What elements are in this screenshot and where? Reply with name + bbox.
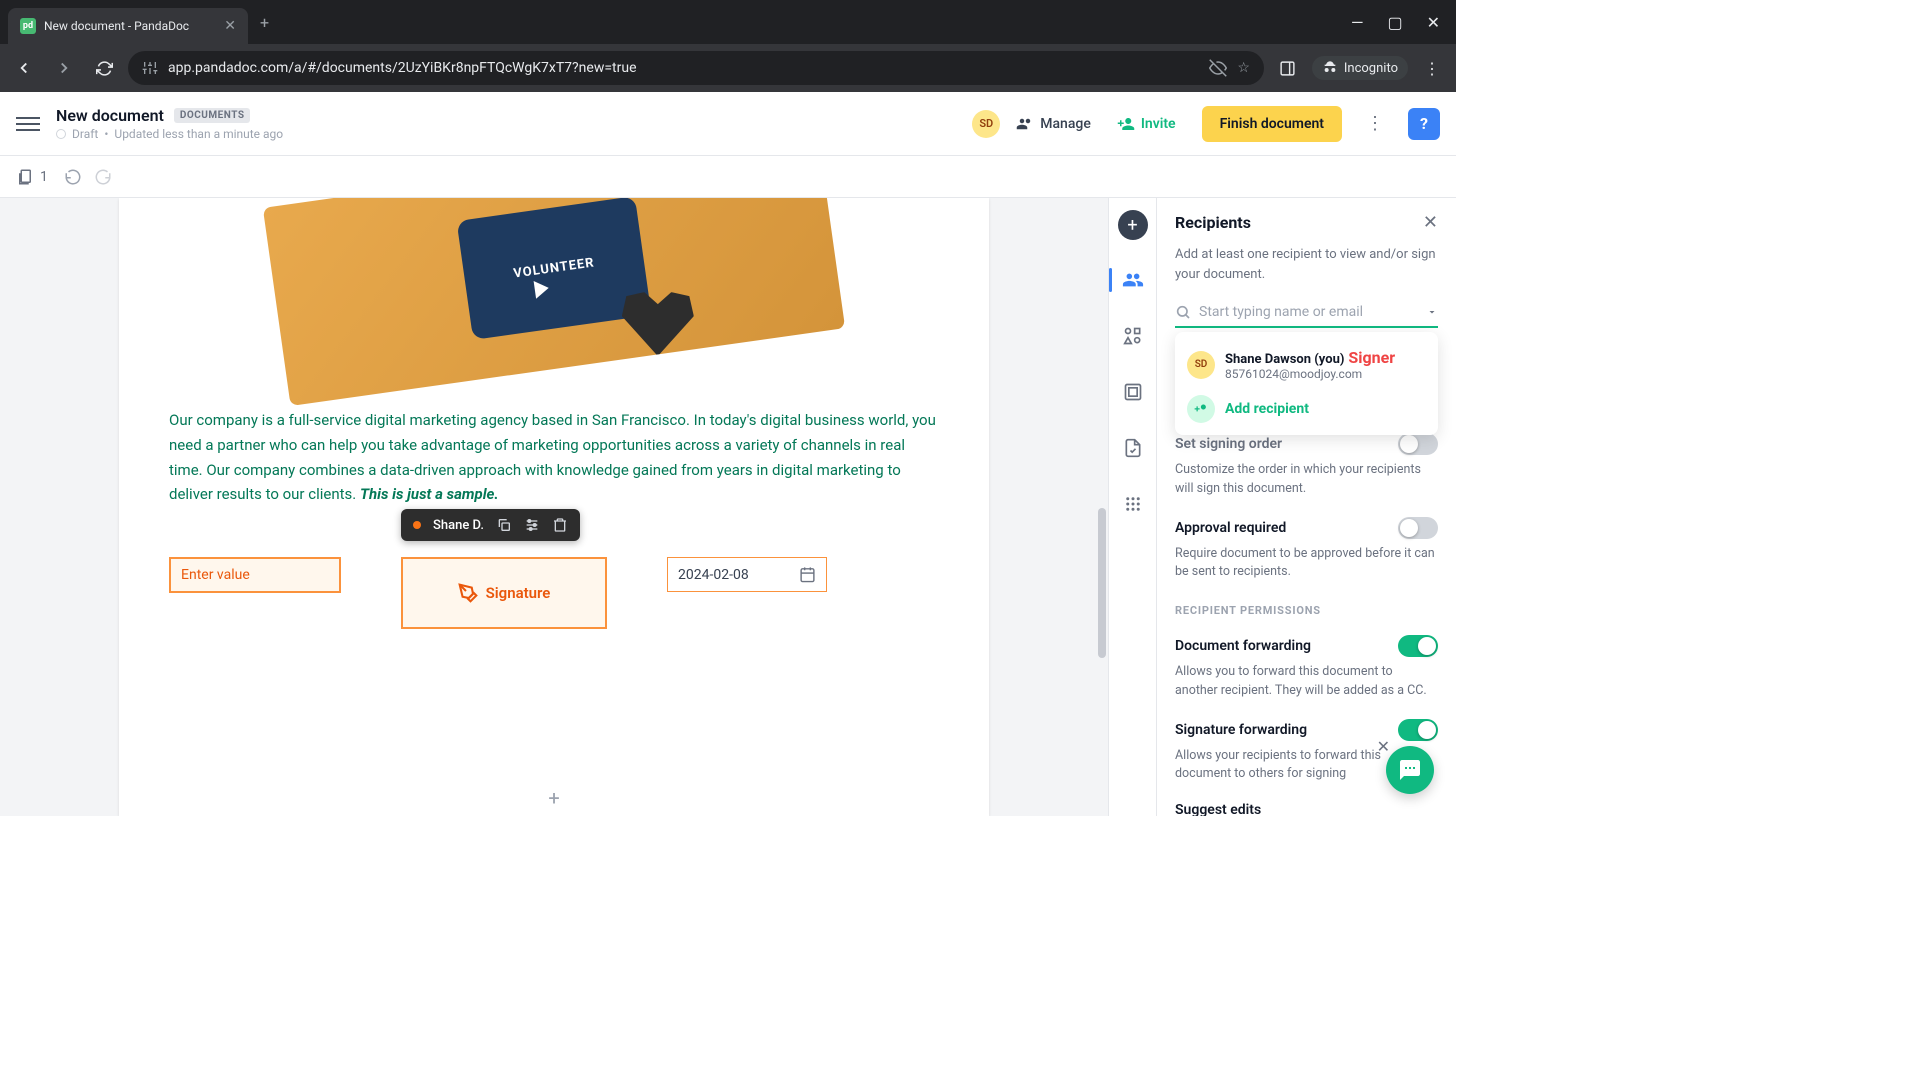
- panel-description: Add at least one recipient to view and/o…: [1175, 245, 1438, 284]
- recipient-suggestion-item[interactable]: SD Shane Dawson (you) Signer 85761024@mo…: [1187, 342, 1426, 387]
- signing-order-toggle[interactable]: [1398, 433, 1438, 455]
- hamburger-menu-button[interactable]: [16, 117, 40, 131]
- add-content-button[interactable]: +: [1118, 210, 1148, 240]
- tab-title: New document - PandaDoc: [44, 19, 216, 33]
- add-block-button[interactable]: +: [548, 786, 559, 810]
- favicon: pd: [20, 18, 36, 34]
- delete-field-icon[interactable]: [552, 517, 568, 533]
- finish-document-button[interactable]: Finish document: [1202, 106, 1342, 142]
- document-toolbar: 1: [0, 156, 1456, 198]
- variables-rail-button[interactable]: [1117, 320, 1149, 352]
- text-field[interactable]: Enter value: [169, 557, 341, 593]
- document-page[interactable]: VOLUNTEER Our company is a full-service …: [119, 198, 989, 816]
- incognito-badge[interactable]: Incognito: [1312, 56, 1408, 80]
- tab-close-icon[interactable]: ✕: [224, 18, 236, 34]
- doc-forwarding-toggle[interactable]: [1398, 635, 1438, 657]
- browser-tab-strip: pd New document - PandaDoc ✕ + — ▢ ✕: [0, 0, 1456, 44]
- recipient-search-input[interactable]: [1199, 304, 1418, 320]
- browser-toolbar: app.pandadoc.com/a/#/documents/2UzYiBKr8…: [0, 44, 1456, 92]
- smart-content-rail-button[interactable]: [1117, 432, 1149, 464]
- recipient-suggestions-dropdown: SD Shane Dawson (you) Signer 85761024@mo…: [1175, 332, 1438, 435]
- window-maximize-icon[interactable]: ▢: [1387, 13, 1402, 32]
- date-field[interactable]: 2024-02-08: [667, 557, 827, 592]
- field-settings-icon[interactable]: [524, 517, 540, 533]
- browser-menu-icon[interactable]: ⋮: [1416, 52, 1448, 84]
- signature-field[interactable]: Signature: [401, 557, 607, 629]
- panel-title: Recipients: [1175, 213, 1251, 232]
- manage-button[interactable]: Manage: [1016, 115, 1091, 133]
- document-hero-image: VOLUNTEER: [263, 198, 845, 406]
- play-triangle-icon: [533, 279, 549, 299]
- url-text: app.pandadoc.com/a/#/documents/2UzYiBKr8…: [168, 60, 637, 76]
- app-header: New document DOCUMENTS Draft • Updated l…: [0, 92, 1456, 156]
- search-icon: [1175, 304, 1191, 320]
- site-settings-icon[interactable]: [142, 60, 158, 76]
- eye-off-icon[interactable]: [1209, 59, 1227, 77]
- nav-forward-button[interactable]: [48, 52, 80, 84]
- layout-rail-button[interactable]: [1117, 376, 1149, 408]
- document-badge: DOCUMENTS: [174, 108, 251, 123]
- assignee-color-dot: [413, 521, 421, 529]
- nav-reload-button[interactable]: [88, 52, 120, 84]
- chevron-down-icon[interactable]: [1426, 306, 1438, 318]
- add-recipient-button[interactable]: Add recipient: [1187, 387, 1426, 425]
- suggest-edits-label: Suggest edits: [1175, 802, 1261, 816]
- chat-support-button[interactable]: [1386, 746, 1434, 794]
- browser-tab[interactable]: pd New document - PandaDoc ✕: [8, 8, 248, 44]
- doc-forwarding-label: Document forwarding: [1175, 638, 1311, 654]
- document-title[interactable]: New document: [56, 106, 164, 125]
- window-minimize-icon[interactable]: —: [1351, 13, 1364, 32]
- chat-dismiss-icon[interactable]: ✕: [1377, 737, 1390, 756]
- document-status-line: Draft • Updated less than a minute ago: [56, 127, 283, 141]
- redo-button[interactable]: [94, 168, 112, 186]
- undo-button[interactable]: [64, 168, 82, 186]
- sig-forwarding-label: Signature forwarding: [1175, 722, 1307, 738]
- recipient-avatar: SD: [1187, 351, 1215, 379]
- invite-button[interactable]: Invite: [1107, 115, 1186, 133]
- recipients-rail-button[interactable]: [1117, 264, 1149, 296]
- nav-back-button[interactable]: [8, 52, 40, 84]
- window-close-icon[interactable]: ✕: [1427, 13, 1440, 32]
- assignee-name[interactable]: Shane D.: [433, 518, 484, 533]
- signature-field-toolbar: Shane D.: [401, 509, 580, 541]
- add-person-icon: [1187, 395, 1215, 423]
- recipient-search-row: [1175, 298, 1438, 328]
- new-tab-button[interactable]: +: [248, 13, 281, 32]
- approval-required-label: Approval required: [1175, 520, 1286, 536]
- help-button[interactable]: ?: [1408, 108, 1440, 140]
- address-bar[interactable]: app.pandadoc.com/a/#/documents/2UzYiBKr8…: [128, 51, 1264, 85]
- panel-close-button[interactable]: ✕: [1423, 212, 1438, 233]
- recipients-panel: Recipients ✕ Add at least one recipient …: [1156, 198, 1456, 816]
- document-canvas[interactable]: VOLUNTEER Our company is a full-service …: [0, 198, 1108, 816]
- permissions-section-label: RECIPIENT PERMISSIONS: [1175, 604, 1438, 617]
- bookmark-star-icon[interactable]: ☆: [1237, 60, 1250, 76]
- side-panel-icon[interactable]: [1272, 52, 1304, 84]
- duplicate-field-icon[interactable]: [496, 517, 512, 533]
- approval-required-toggle[interactable]: [1398, 517, 1438, 539]
- pages-indicator[interactable]: 1: [16, 168, 48, 186]
- document-body-text[interactable]: Our company is a full-service digital ma…: [169, 408, 939, 507]
- right-tool-rail: +: [1108, 198, 1156, 816]
- sig-forwarding-toggle[interactable]: [1398, 719, 1438, 741]
- apps-rail-button[interactable]: [1117, 488, 1149, 520]
- calendar-icon: [799, 566, 816, 583]
- more-options-button[interactable]: ⋮: [1358, 113, 1392, 134]
- user-avatar[interactable]: SD: [972, 110, 1000, 138]
- canvas-scrollbar[interactable]: [1098, 508, 1106, 658]
- volunteer-shirt-graphic: VOLUNTEER: [457, 198, 652, 340]
